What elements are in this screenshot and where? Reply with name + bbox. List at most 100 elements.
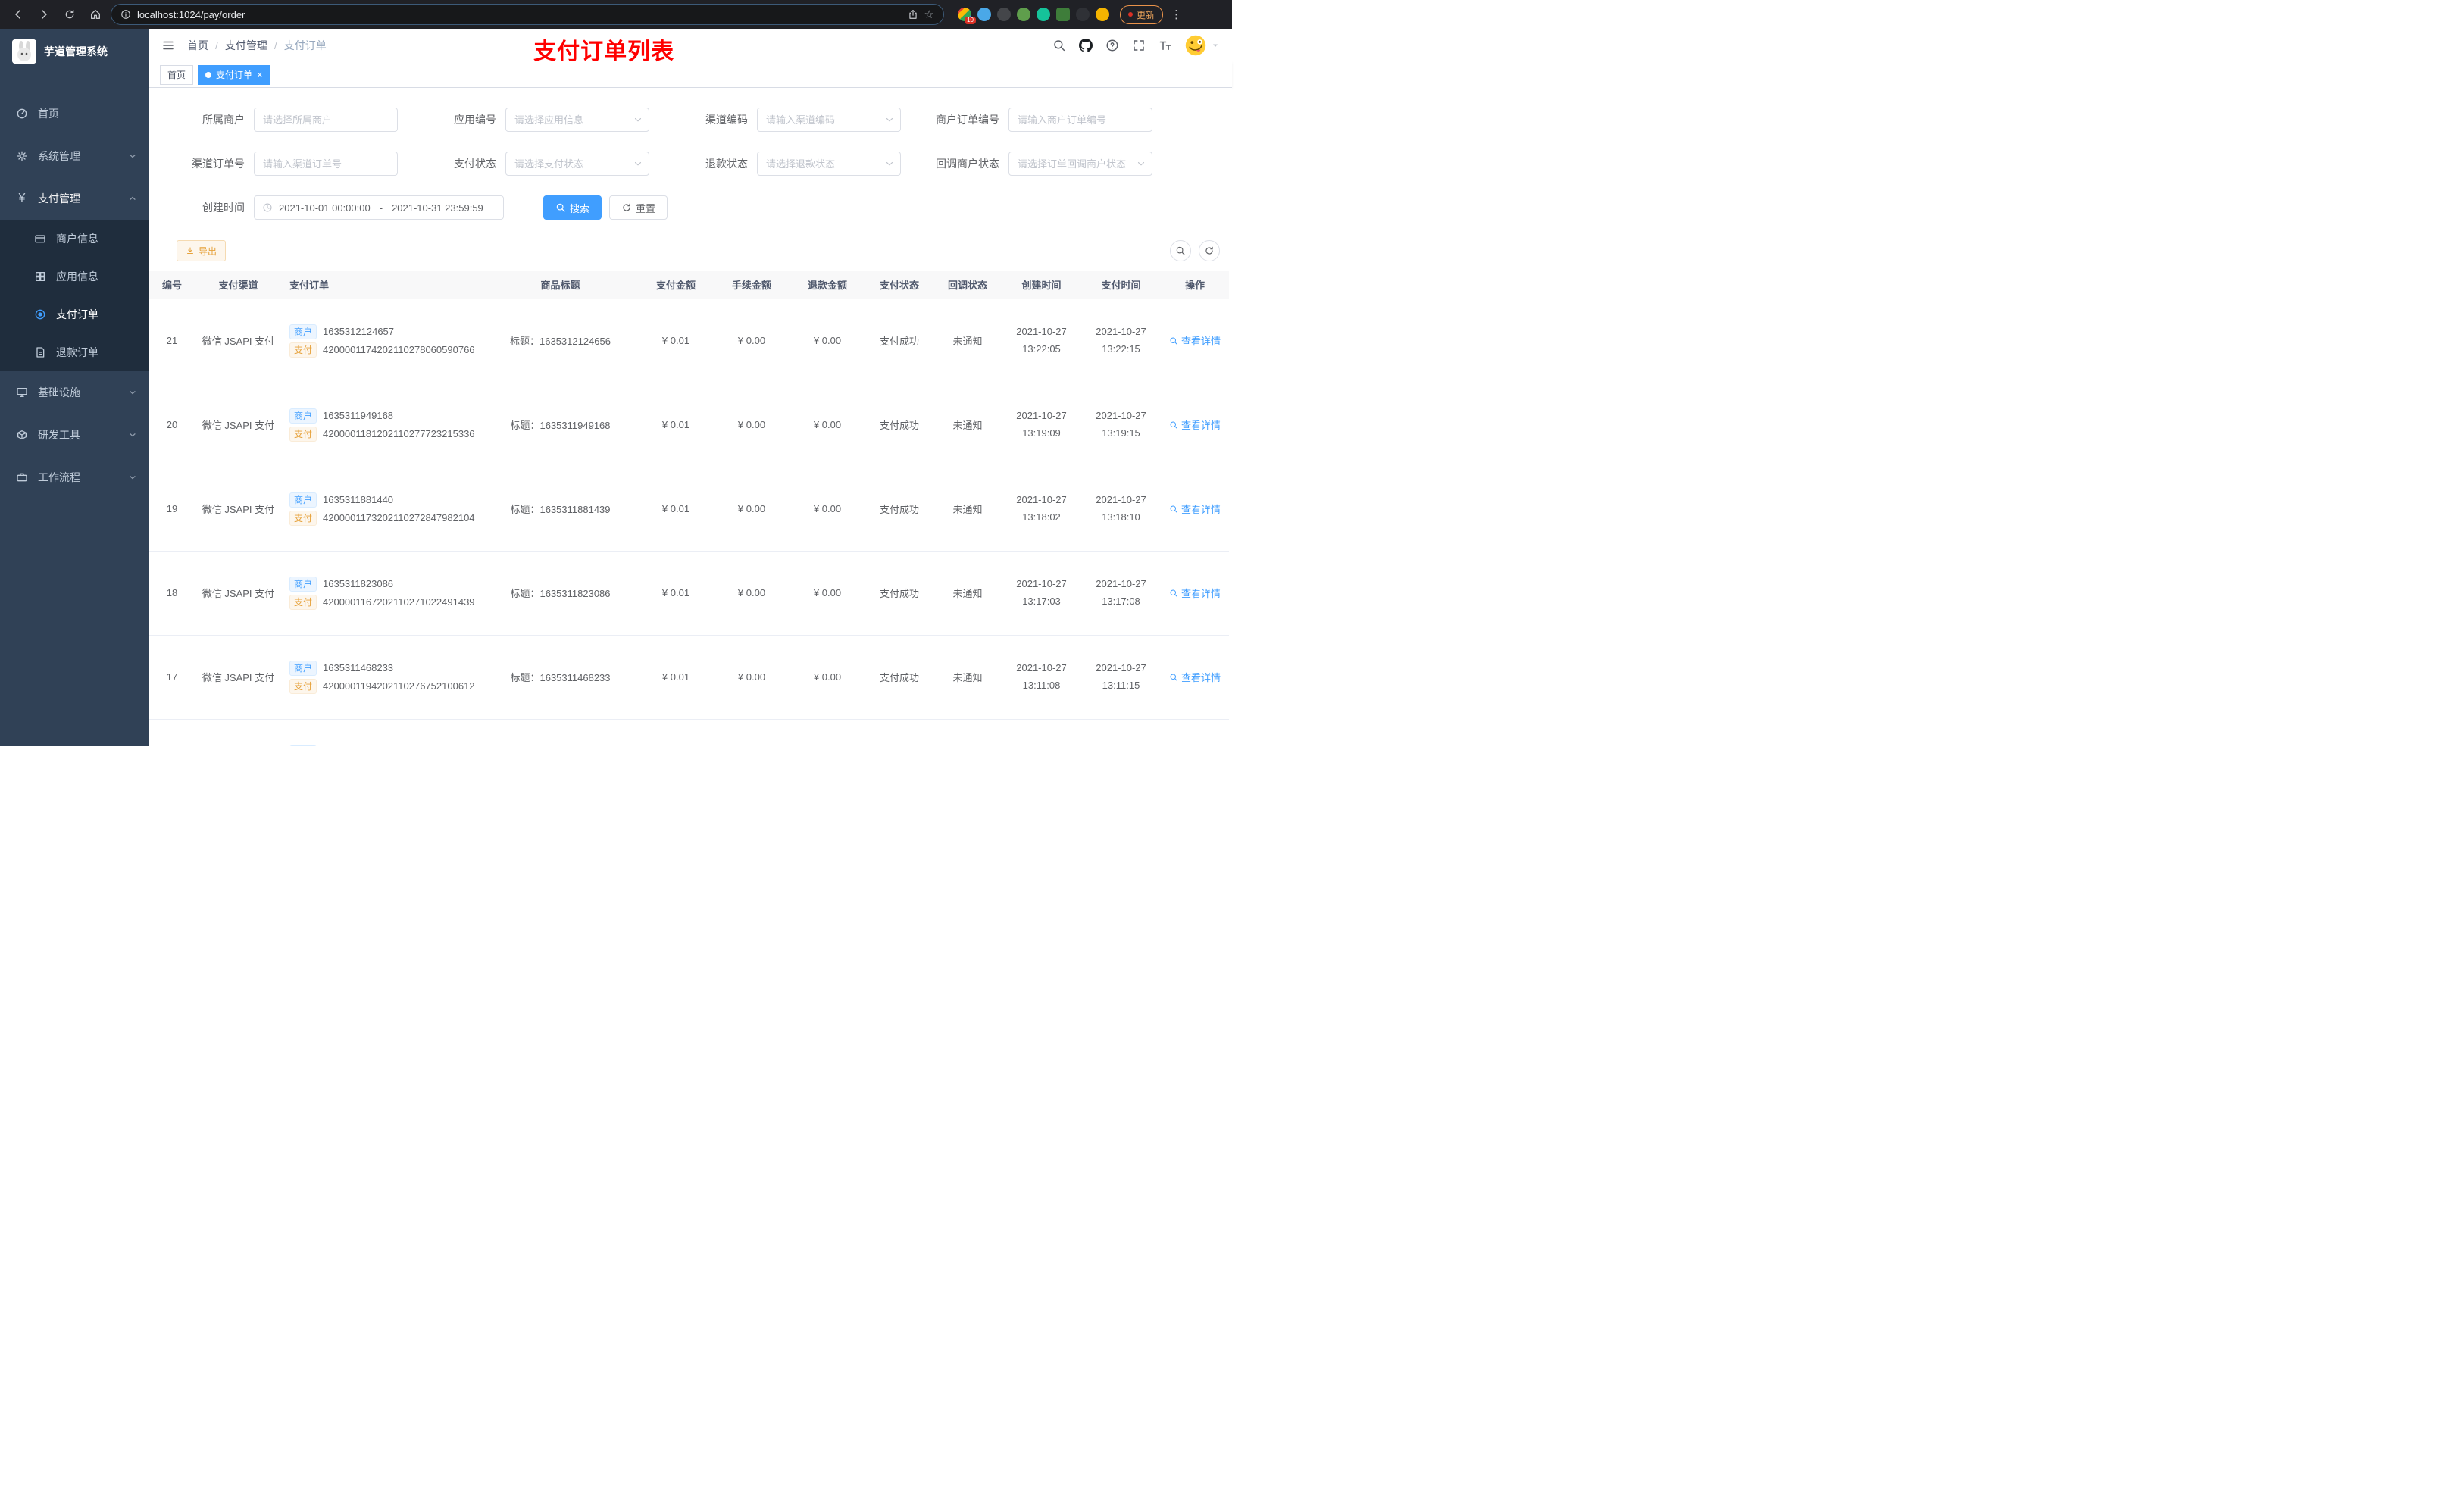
sidebar-item-merchant-info[interactable]: 商户信息 <box>0 220 149 258</box>
cell-status: 支付成功 <box>865 467 933 552</box>
merchant-order-no: 1635311881440 <box>323 494 394 505</box>
address-bar[interactable]: localhost:1024/pay/order ☆ <box>111 4 944 25</box>
cell-refund: ¥ 0.00 <box>790 383 865 467</box>
sidebar-item-workflow[interactable]: 工作流程 <box>0 456 149 499</box>
refresh-icon <box>623 203 630 211</box>
merchant-input[interactable] <box>254 108 398 132</box>
view-detail-link[interactable]: 查看详情 <box>1169 333 1221 348</box>
reset-button[interactable]: 重置 <box>609 195 668 220</box>
filter-label: 退款状态 <box>705 158 748 170</box>
bookmark-star-icon[interactable]: ☆ <box>924 8 934 21</box>
tab-home[interactable]: 首页 <box>160 64 194 85</box>
search-icon[interactable] <box>1052 39 1066 52</box>
channel-order-no: 4200001167202110271022491439 <box>323 596 475 608</box>
chevron-up-icon <box>128 194 137 203</box>
sidebar-item-label: 退款订单 <box>56 346 98 358</box>
extension-icon[interactable] <box>997 8 1011 21</box>
breadcrumb-home[interactable]: 首页 <box>187 38 208 53</box>
extension-icon[interactable] <box>1076 8 1090 21</box>
cell-actions: 查看详情 <box>1161 635 1229 720</box>
cell-fee <box>714 719 790 746</box>
reload-icon[interactable] <box>59 4 80 25</box>
filter-refund-status: 退款状态 <box>658 152 901 176</box>
notify-status-select[interactable] <box>1008 152 1152 176</box>
view-detail-link[interactable]: 查看详情 <box>1169 417 1221 432</box>
col-channel: 支付渠道 <box>195 271 282 299</box>
pay-tag: 支付 <box>289 426 317 442</box>
filter-label: 所属商户 <box>202 114 245 126</box>
extension-icon[interactable] <box>1037 8 1050 21</box>
tab-pay-order[interactable]: 支付订单 × <box>198 64 270 85</box>
extension-icon[interactable]: 10 <box>958 8 976 24</box>
pay-tag: 支付 <box>289 510 317 526</box>
sidebar-item-app-info[interactable]: 应用信息 <box>0 258 149 295</box>
filter-label: 回调商户状态 <box>936 158 999 170</box>
table-row: 18 微信 JSAPI 支付 商户 1635311823086 支付 4200001… <box>149 551 1229 636</box>
browser-menu-icon[interactable]: ⋮ <box>1168 8 1185 21</box>
date-range-picker[interactable]: 2021-10-01 00:00:00 - 2021-10-31 23:59:5… <box>254 195 504 220</box>
sidebar-item-devtools[interactable]: 研发工具 <box>0 414 149 456</box>
cell-channel: 微信 JSAPI 支付 <box>195 719 282 746</box>
extension-icon[interactable] <box>1017 8 1030 21</box>
extension-icon[interactable] <box>1096 8 1109 21</box>
sidebar-item-infra[interactable]: 基础设施 <box>0 371 149 414</box>
channel-order-no-input[interactable] <box>254 152 398 176</box>
search-button[interactable]: 搜索 <box>543 195 602 220</box>
sidebar-item-payment[interactable]: ¥ 支付管理 <box>0 177 149 220</box>
cell-pay-order: 商户 1635311881440 支付 4200001173202110272847… <box>282 467 483 552</box>
sidebar-menu: 首页 系统管理 ¥ 支付管理 商户信息 应用信息 支付订单 退款订单 基础设施 … <box>0 92 149 499</box>
hamburger-icon[interactable] <box>161 39 175 52</box>
app-no-select[interactable] <box>505 108 649 132</box>
sidebar-item-home[interactable]: 首页 <box>0 92 149 135</box>
filter-channel-order-no: 渠道订单号 <box>155 152 398 176</box>
sidebar-item-system[interactable]: 系统管理 <box>0 135 149 177</box>
browser-update-button[interactable]: 更新 <box>1120 5 1164 24</box>
merchant-tag: 商户 <box>289 744 317 746</box>
sidebar-item-label: 工作流程 <box>38 471 80 483</box>
refresh-table-button[interactable] <box>1199 240 1220 261</box>
pay-tag: 支付 <box>289 594 317 610</box>
refund-status-select[interactable] <box>757 152 901 176</box>
back-icon[interactable] <box>8 4 29 25</box>
export-button[interactable]: 导出 <box>177 240 227 261</box>
user-avatar[interactable] <box>1185 35 1220 56</box>
active-tab-dot <box>205 71 212 78</box>
forward-icon[interactable] <box>33 4 55 25</box>
close-icon[interactable]: × <box>257 70 263 80</box>
site-info-icon[interactable] <box>120 9 131 20</box>
fullscreen-icon[interactable] <box>1132 39 1146 52</box>
search-icon <box>1170 589 1177 597</box>
home-icon[interactable] <box>85 4 106 25</box>
extension-icon[interactable] <box>1056 8 1070 21</box>
pay-status-select[interactable] <box>505 152 649 176</box>
view-detail-link[interactable]: 查看详情 <box>1169 502 1221 516</box>
channel-code-select[interactable] <box>757 108 901 132</box>
share-icon[interactable] <box>908 9 918 20</box>
cell-title: 标题：1635312124656 <box>483 299 638 383</box>
merchant-order-no-input[interactable] <box>1008 108 1152 132</box>
merchant-tag: 商户 <box>289 660 317 676</box>
font-size-icon[interactable] <box>1159 39 1172 52</box>
sidebar-item-pay-order[interactable]: 支付订单 <box>0 295 149 333</box>
extension-icon[interactable] <box>977 8 991 21</box>
col-refund: 退款金额 <box>790 271 865 299</box>
sidebar-item-refund-order[interactable]: 退款订单 <box>0 333 149 371</box>
view-detail-link[interactable]: 查看详情 <box>1169 586 1221 600</box>
col-title: 商品标题 <box>483 271 638 299</box>
breadcrumb-pay[interactable]: 支付管理 <box>225 38 267 53</box>
table-toolbar: 导出 <box>149 240 1232 261</box>
cell-id: 19 <box>149 467 195 552</box>
cell-channel: 微信 JSAPI 支付 <box>195 299 282 383</box>
table-header-row: 编号 支付渠道 支付订单 商品标题 支付金额 手续金额 退款金额 支付状态 回调… <box>149 271 1229 299</box>
filter-label: 渠道编码 <box>705 114 748 126</box>
cell-actions: 查看详情 <box>1161 383 1229 467</box>
col-status: 支付状态 <box>865 271 933 299</box>
view-detail-link[interactable]: 查看详情 <box>1169 670 1221 684</box>
cell-actions <box>1161 719 1229 746</box>
help-icon[interactable] <box>1105 39 1119 52</box>
cell-amount <box>638 719 714 746</box>
chevron-down-icon <box>128 152 137 161</box>
github-icon[interactable] <box>1079 39 1093 52</box>
toggle-search-button[interactable] <box>1170 240 1191 261</box>
caret-down-icon <box>1211 41 1220 50</box>
